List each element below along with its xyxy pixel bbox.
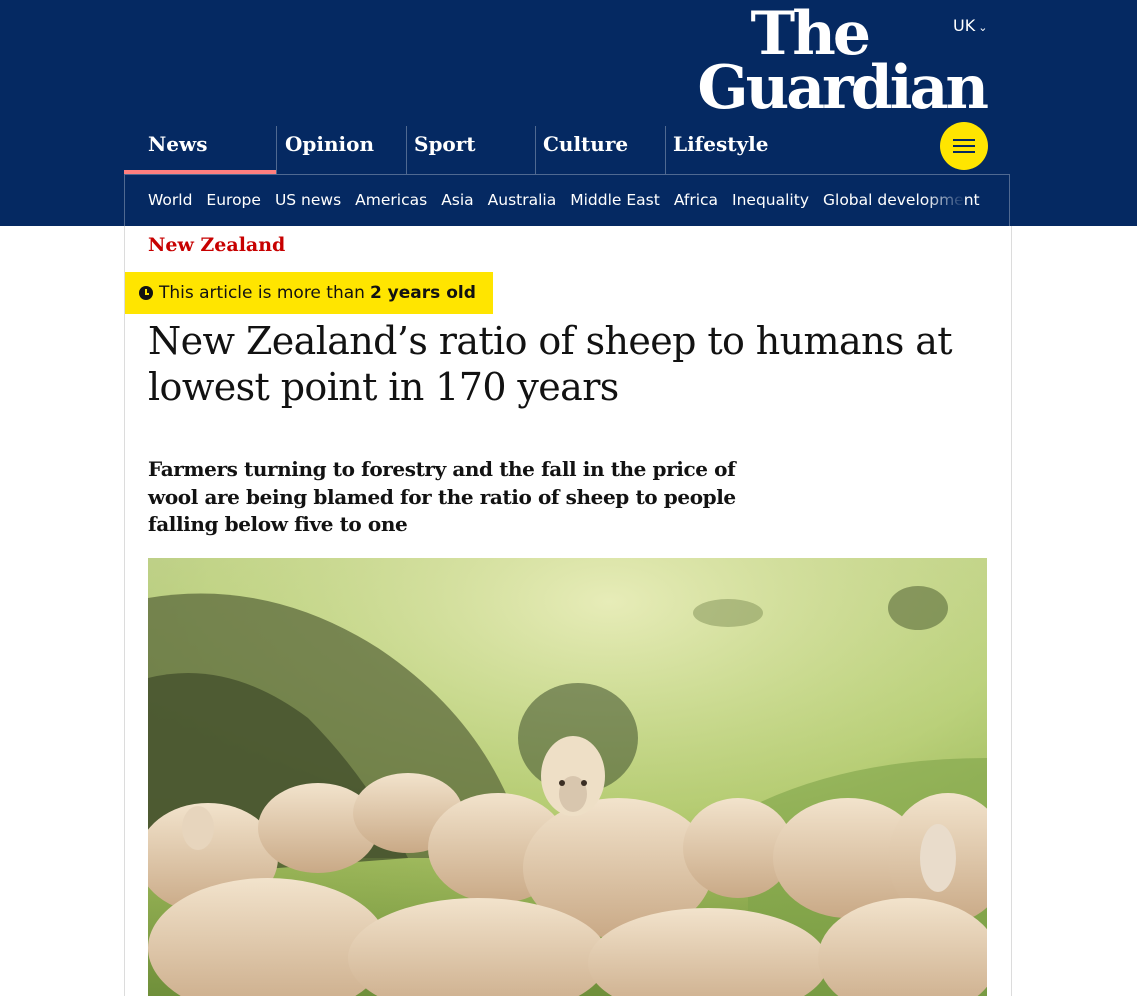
pillar-label: News xyxy=(148,132,208,156)
subnav-item-middle-east[interactable]: Middle East xyxy=(570,191,660,209)
article-main-image xyxy=(148,558,987,996)
pillar-label: Culture xyxy=(543,132,629,156)
logo-line-2: Guardian xyxy=(697,53,989,123)
masthead: UK ⌄ The Guardian News Opinion Sport Cult… xyxy=(0,0,1137,226)
subnav-item-australia[interactable]: Australia xyxy=(488,191,557,209)
subnav-item-world[interactable]: World xyxy=(148,191,192,209)
pillar-lifestyle[interactable]: Lifestyle xyxy=(665,126,795,174)
pillar-opinion[interactable]: Opinion xyxy=(276,126,406,174)
pillar-label: Opinion xyxy=(285,132,375,156)
guardian-logo[interactable]: The Guardian xyxy=(680,4,992,123)
standfirst: Farmers turning to forestry and the fall… xyxy=(148,457,736,536)
menu-button[interactable] xyxy=(940,122,988,170)
headline: New Zealand’s ratio of sheep to humans a… xyxy=(148,319,953,409)
subnav-item-us-news[interactable]: US news xyxy=(275,191,341,209)
section-label[interactable]: New Zealand xyxy=(148,234,285,256)
subnav-list: World Europe US news Americas Asia Austr… xyxy=(148,191,980,209)
subnav-item-inequality[interactable]: Inequality xyxy=(732,191,809,209)
subnav-item-africa[interactable]: Africa xyxy=(674,191,718,209)
subnav-fade xyxy=(925,183,965,219)
subnav: World Europe US news Americas Asia Austr… xyxy=(124,174,1010,226)
pillar-news[interactable]: News xyxy=(124,126,276,174)
subnav-item-europe[interactable]: Europe xyxy=(206,191,261,209)
age-warning-prefix: This article is more than xyxy=(159,283,365,303)
sheep-flock-photo xyxy=(148,558,987,996)
clock-icon xyxy=(139,286,153,300)
pillar-label: Sport xyxy=(414,132,476,156)
subnav-item-asia[interactable]: Asia xyxy=(441,191,473,209)
subnav-item-americas[interactable]: Americas xyxy=(355,191,427,209)
pillar-culture[interactable]: Culture xyxy=(535,126,665,174)
pillar-label: Lifestyle xyxy=(673,132,769,156)
age-warning: This article is more than 2 years old xyxy=(125,272,493,314)
age-warning-age: 2 years old xyxy=(369,283,476,303)
pillar-sport[interactable]: Sport xyxy=(406,126,536,174)
